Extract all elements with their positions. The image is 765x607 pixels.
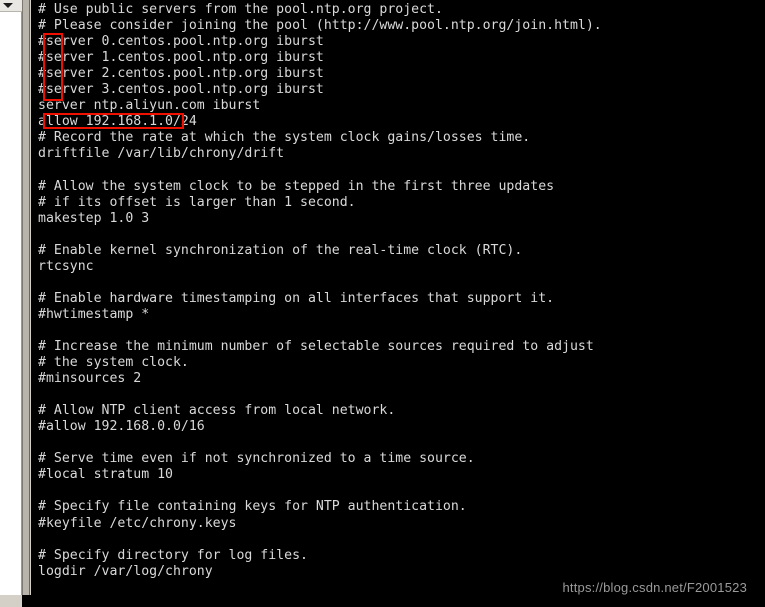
terminal-line: # Record the rate at which the system cl… <box>38 130 531 146</box>
terminal-line: # Specify directory for log files. <box>38 547 308 563</box>
terminal-line: #server 1.centos.pool.ntp.org iburst <box>38 50 324 66</box>
terminal-text-area: # Use public servers from the pool.ntp.o… <box>38 2 602 580</box>
terminal-line: allow 192.168.1.0/24 <box>38 114 197 130</box>
terminal-line: # Allow NTP client access from local net… <box>38 403 396 419</box>
terminal-line: # Serve time even if not synchronized to… <box>38 451 475 467</box>
terminal-line: #keyfile /etc/chrony.keys <box>38 515 237 531</box>
app-left-chrome-strip <box>0 12 22 595</box>
terminal-line: #hwtimestamp * <box>38 306 150 322</box>
terminal-line: # Specify file containing keys for NTP a… <box>38 499 467 515</box>
terminal-line: #minsources 2 <box>38 371 142 387</box>
terminal-line: #server 2.centos.pool.ntp.org iburst <box>38 66 324 82</box>
terminal-line: logdir /var/log/chrony <box>38 563 213 579</box>
terminal-screen[interactable]: # Use public servers from the pool.ntp.o… <box>31 0 765 607</box>
terminal-line: # Use public servers from the pool.ntp.o… <box>38 2 443 17</box>
terminal-line: # Allow the system clock to be stepped i… <box>38 178 555 194</box>
terminal-window[interactable]: # Use public servers from the pool.ntp.o… <box>22 0 765 607</box>
terminal-line: # Please consider joining the pool (http… <box>38 18 602 34</box>
terminal-bottom-edge <box>22 595 765 607</box>
terminal-line: # Enable hardware timestamping on all in… <box>38 290 555 306</box>
terminal-line: # the system clock. <box>38 355 189 371</box>
chevron-down-icon[interactable] <box>3 3 13 8</box>
terminal-scrollbar-gutter[interactable] <box>22 0 30 595</box>
terminal-line: # Enable kernel synchronization of the r… <box>38 242 523 258</box>
terminal-line: #local stratum 10 <box>38 467 173 483</box>
terminal-line: #server 3.centos.pool.ntp.org iburst <box>38 82 324 98</box>
terminal-line: # Increase the minimum number of selecta… <box>38 338 594 354</box>
terminal-line: #allow 192.168.0.0/16 <box>38 419 205 435</box>
terminal-line: server ntp.aliyun.com iburst <box>38 98 261 114</box>
screenshot-root: # Use public servers from the pool.ntp.o… <box>0 0 765 607</box>
terminal-line: driftfile /var/lib/chrony/drift <box>38 146 285 162</box>
terminal-line: # if its offset is larger than 1 second. <box>38 194 356 210</box>
terminal-line: makestep 1.0 3 <box>38 210 150 226</box>
watermark-text: https://blog.csdn.net/F2001523 <box>562 580 747 595</box>
terminal-line: rtcsync <box>38 258 94 274</box>
terminal-line: #server 0.centos.pool.ntp.org iburst <box>38 34 324 50</box>
